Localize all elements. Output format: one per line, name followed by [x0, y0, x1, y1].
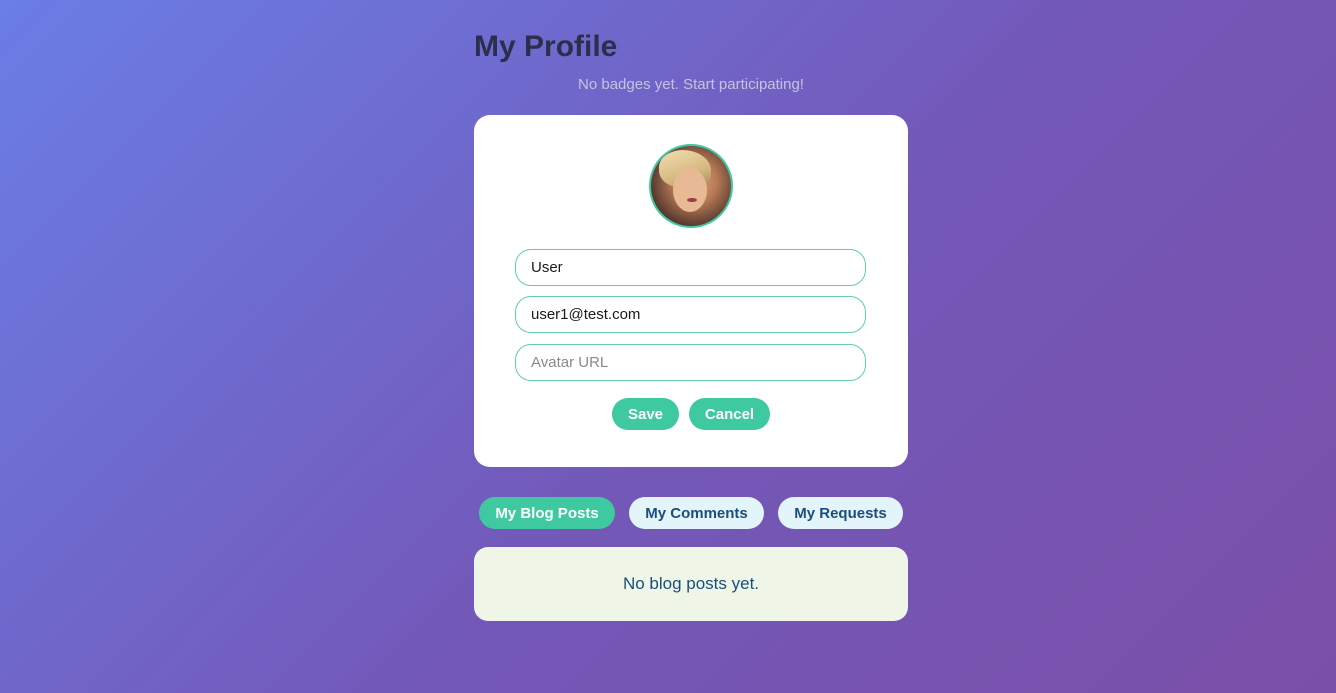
avatar-face-shape	[673, 168, 707, 212]
save-button[interactable]: Save	[612, 398, 679, 430]
avatar-lips-shape	[687, 198, 697, 202]
cancel-button[interactable]: Cancel	[689, 398, 770, 430]
avatar	[649, 144, 733, 228]
tab-content-panel: No blog posts yet.	[474, 547, 908, 621]
profile-edit-card: Save Cancel	[474, 115, 908, 467]
page-title: My Profile	[474, 30, 618, 63]
avatar-url-field[interactable]	[515, 344, 866, 381]
tab-my-requests[interactable]: My Requests	[778, 497, 903, 529]
badges-status-text: No badges yet. Start participating!	[578, 76, 804, 93]
tab-my-comments[interactable]: My Comments	[629, 497, 764, 529]
tab-my-blog-posts[interactable]: My Blog Posts	[479, 497, 615, 529]
email-field[interactable]	[515, 296, 866, 333]
empty-state-message: No blog posts yet.	[622, 574, 760, 593]
username-field[interactable]	[515, 249, 866, 286]
profile-tabs: My Blog Posts My Comments My Requests	[474, 497, 908, 529]
